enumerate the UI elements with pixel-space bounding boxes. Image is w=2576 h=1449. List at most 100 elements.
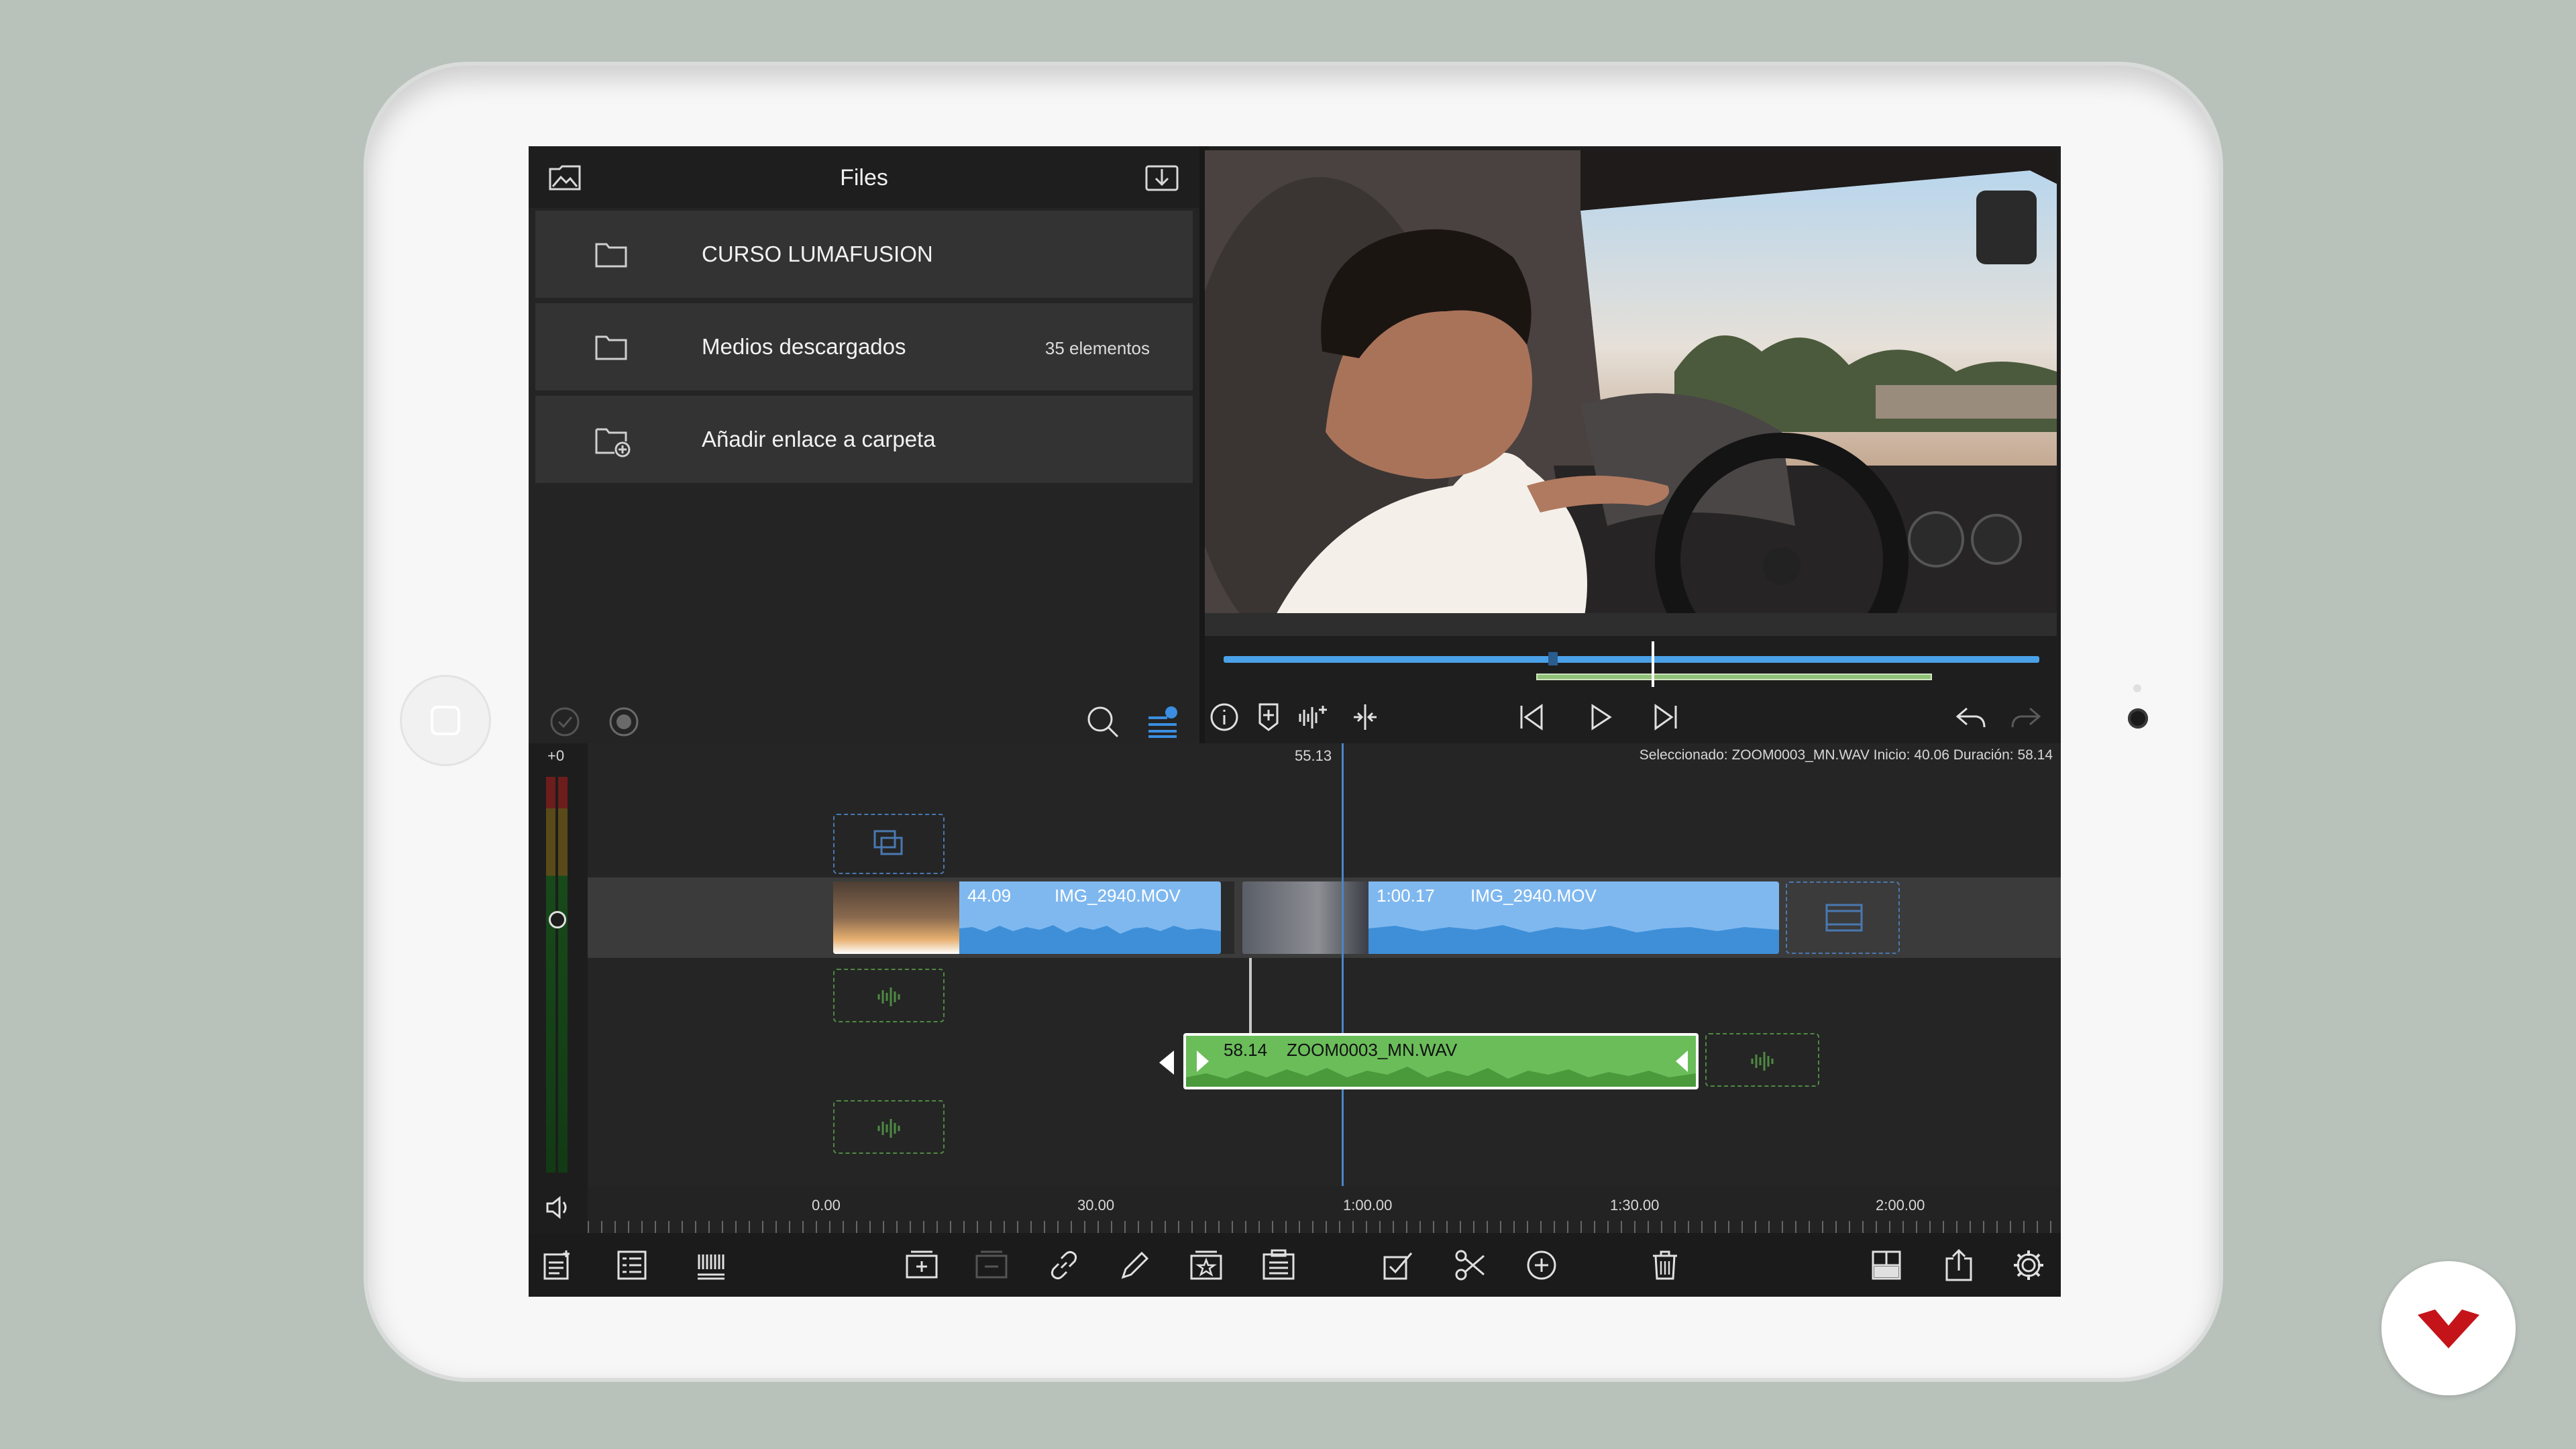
- clip-thumbnail: [1242, 881, 1368, 954]
- settings-icon[interactable]: [2011, 1248, 2046, 1283]
- scrub-track-audio[interactable]: [1536, 674, 1932, 680]
- redo-icon[interactable]: [2010, 700, 2043, 734]
- import-icon[interactable]: [1144, 162, 1179, 192]
- video-clip-1[interactable]: 44.09 IMG_2940.MOV: [833, 881, 1221, 954]
- ruler-tick-label: 2:00.00: [1876, 1197, 1925, 1214]
- overwrite-clip-icon[interactable]: [974, 1248, 1009, 1283]
- clip-name: ZOOM0003_MN.WAV: [1287, 1040, 1458, 1060]
- folder-icon: [595, 243, 627, 268]
- timeline: +0 55.13 Seleccionado: ZOOM0003_MN.WAV I…: [529, 743, 2061, 1233]
- add-marker-icon[interactable]: [1252, 700, 1285, 734]
- file-row-curso-lumafusion[interactable]: CURSO LUMAFUSION: [535, 211, 1193, 298]
- titles-icon[interactable]: [1261, 1248, 1296, 1283]
- lumafusion-screen: Files CURSO LUMAFUSION Medios descargado…: [529, 146, 2061, 1297]
- ruler-tick-label: 1:30.00: [1610, 1197, 1660, 1214]
- ruler-tick-label: 1:00.00: [1343, 1197, 1393, 1214]
- overlay-slot-icon: [873, 830, 903, 855]
- audio-add-icon[interactable]: [1296, 700, 1330, 734]
- ruler-tick-label: 30.00: [1077, 1197, 1115, 1214]
- insert-clip-icon[interactable]: [904, 1248, 939, 1283]
- audio-slot-icon: [1751, 1052, 1774, 1071]
- list-view-icon[interactable]: [614, 1248, 649, 1283]
- main-video-track[interactable]: 44.09 IMG_2940.MOV 1:00.17 IMG_2940.MOV: [588, 877, 2061, 958]
- home-button[interactable]: [400, 675, 491, 766]
- bottom-toolbar: [529, 1233, 2061, 1297]
- layout-icon[interactable]: [1869, 1248, 1904, 1283]
- front-camera: [2128, 708, 2148, 729]
- split-view-icon[interactable]: [1348, 700, 1382, 734]
- video-frame-car-interior: [1205, 150, 2057, 636]
- scrub-bar[interactable]: [1205, 636, 2057, 690]
- video-preview[interactable]: [1205, 150, 2057, 636]
- file-row-label: Medios descargados: [702, 334, 906, 359]
- file-row-count: 35 elementos: [1044, 338, 1150, 358]
- file-row-label: CURSO LUMAFUSION: [702, 241, 933, 266]
- undo-icon[interactable]: [1953, 700, 1987, 734]
- clip-name: IMG_2940.MOV: [1470, 885, 1597, 906]
- add-icon[interactable]: [1524, 1248, 1559, 1283]
- skip-back-icon[interactable]: [1515, 700, 1548, 734]
- brand-logo-badge: [2381, 1261, 2516, 1395]
- brand-logo-icon: [2418, 1309, 2479, 1348]
- file-row-medios-descargados[interactable]: Medios descargados 35 elementos: [535, 303, 1193, 390]
- grid-view-icon[interactable]: [694, 1248, 729, 1283]
- selection-info: Seleccionado: ZOOM0003_MN.WAV Inicio: 40…: [1639, 747, 2053, 763]
- playhead-time: 55.13: [1295, 747, 1332, 764]
- viewer-controls: [1205, 690, 2061, 743]
- cut-icon[interactable]: [1453, 1248, 1488, 1283]
- time-ruler[interactable]: 0.00 30.00 1:00.00 1:30.00 2:00.00: [588, 1186, 2061, 1233]
- scrub-marker: [1548, 652, 1558, 665]
- clip-name: IMG_2940.MOV: [1055, 885, 1181, 906]
- audio-meter: +0: [529, 743, 588, 1233]
- audio-clip-zoom0003[interactable]: 58.14 ZOOM0003_MN.WAV: [1183, 1033, 1699, 1089]
- transition-marker[interactable]: [1221, 881, 1234, 954]
- clip-trim-out-icon[interactable]: [1673, 1049, 1690, 1073]
- select-icon[interactable]: [1381, 1248, 1415, 1283]
- file-row-label: Añadir enlace a carpeta: [702, 427, 936, 451]
- add-track-icon[interactable]: [539, 1248, 574, 1283]
- folder-icon: [595, 335, 627, 360]
- level-meter-left: [546, 777, 555, 1173]
- link-icon[interactable]: [1046, 1248, 1081, 1283]
- file-row-add-folder-link[interactable]: Añadir enlace a carpeta: [535, 396, 1193, 483]
- level-knob[interactable]: [549, 911, 566, 928]
- audio-slot-icon: [877, 1119, 900, 1138]
- timeline-playhead[interactable]: [1342, 743, 1344, 1186]
- search-icon[interactable]: [1084, 703, 1122, 741]
- scrub-track-video[interactable]: [1224, 656, 2039, 663]
- empty-video-slot[interactable]: [1786, 881, 1900, 954]
- skip-forward-icon[interactable]: [1649, 700, 1682, 734]
- level-label: +0: [547, 747, 565, 764]
- ruler-tick-label: 0.00: [812, 1197, 841, 1214]
- share-icon[interactable]: [1941, 1248, 1976, 1283]
- scrub-playhead[interactable]: [1652, 641, 1654, 687]
- files-footer: [529, 683, 1199, 743]
- clip-waveform: [959, 925, 1221, 954]
- proximity-sensor: [2133, 684, 2141, 692]
- empty-audio-slot[interactable]: [833, 969, 945, 1022]
- clip-trim-in-icon[interactable]: [1194, 1049, 1212, 1073]
- clip-duration: 1:00.17: [1377, 885, 1435, 906]
- film-slot-icon: [1825, 904, 1863, 932]
- delete-icon[interactable]: [1648, 1248, 1682, 1283]
- play-icon[interactable]: [1583, 700, 1617, 734]
- favorite-icon[interactable]: [1189, 1248, 1224, 1283]
- checkmark-circle-icon[interactable]: [549, 706, 581, 738]
- clip-duration: 58.14: [1224, 1040, 1268, 1060]
- empty-track-placeholder[interactable]: [833, 814, 945, 874]
- files-title: Files: [840, 165, 888, 191]
- empty-audio-slot[interactable]: [833, 1100, 945, 1154]
- empty-audio-slot[interactable]: [1705, 1033, 1819, 1087]
- record-circle-icon[interactable]: [608, 706, 640, 738]
- edit-icon[interactable]: [1118, 1248, 1152, 1283]
- video-clip-2[interactable]: 1:00.17 IMG_2940.MOV: [1242, 881, 1779, 954]
- volume-icon[interactable]: [543, 1193, 573, 1222]
- info-icon[interactable]: [1208, 700, 1241, 734]
- add-folder-link-icon: [595, 428, 631, 458]
- trim-left-handle-icon[interactable]: [1157, 1048, 1177, 1077]
- sort-filter-icon[interactable]: [1144, 703, 1182, 741]
- home-button-icon: [431, 706, 460, 735]
- audio-slot-icon: [877, 987, 900, 1006]
- clip-thumbnail: [833, 881, 959, 954]
- timeline-tracks[interactable]: 55.13 Seleccionado: ZOOM0003_MN.WAV Inic…: [588, 743, 2061, 1233]
